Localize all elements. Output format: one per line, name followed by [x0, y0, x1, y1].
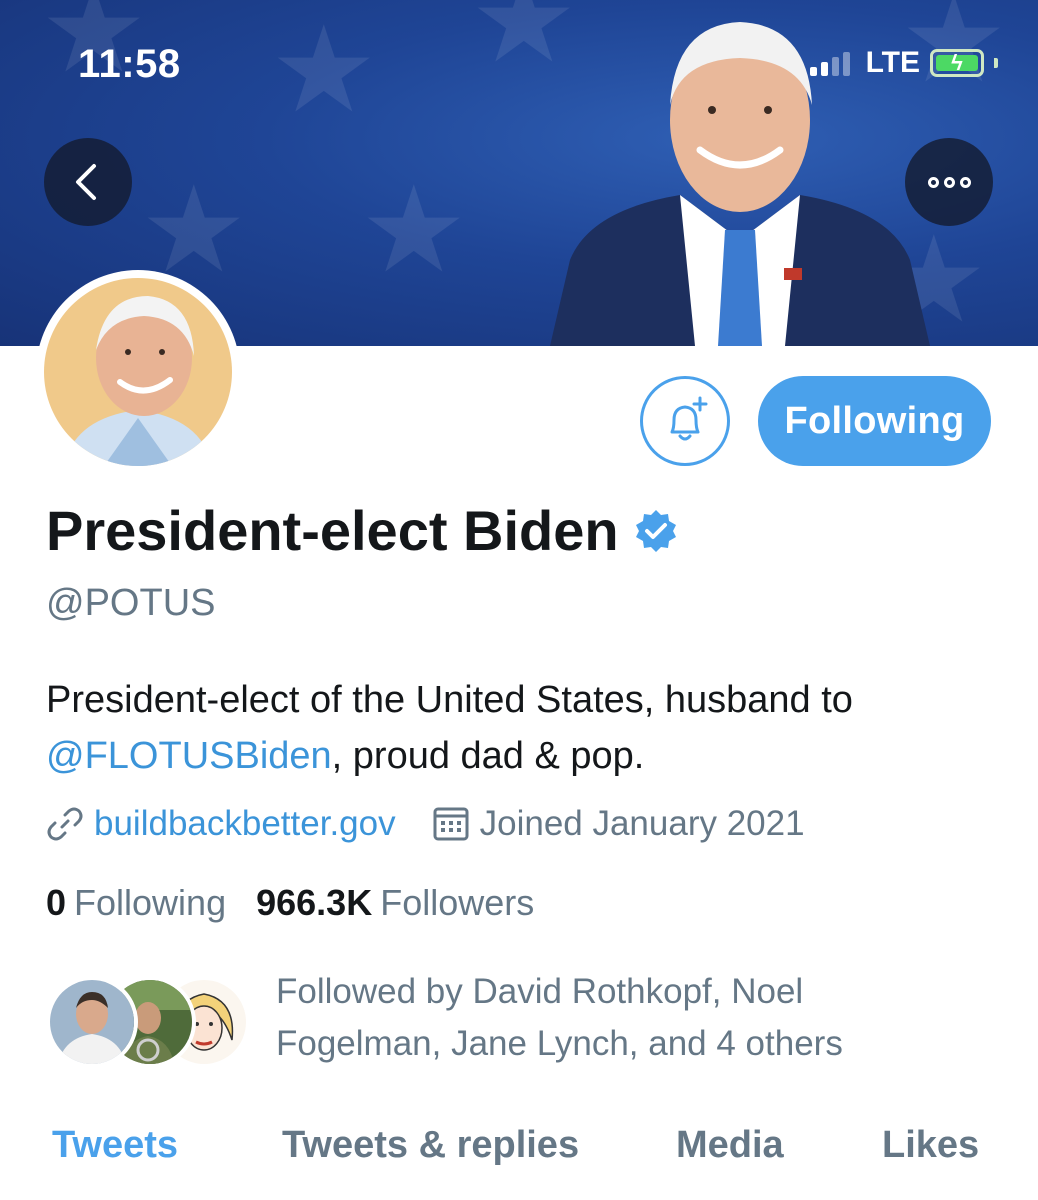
- profile-avatar[interactable]: [36, 270, 240, 474]
- chevron-left-icon: [76, 164, 96, 200]
- website-link[interactable]: buildbackbetter.gov: [94, 804, 396, 844]
- following-count: 0: [46, 882, 67, 923]
- followers-stat[interactable]: 966.3K Followers: [256, 882, 534, 924]
- signal-icon: [809, 50, 850, 76]
- battery-nub: [994, 58, 998, 68]
- avatar-image: [44, 278, 232, 466]
- followed-by-text[interactable]: Followed by David Rothkopf, Noel Fogelma…: [276, 966, 916, 1070]
- tab-tweets-and-replies[interactable]: Tweets & replies: [282, 1124, 579, 1167]
- following-stat-label: Following: [74, 882, 227, 923]
- tab-likes[interactable]: Likes: [882, 1124, 979, 1167]
- calendar-icon: [433, 807, 469, 841]
- followers-count: 966.3K: [256, 882, 373, 923]
- banner-star: ★: [360, 163, 468, 297]
- profile-bio: President-elect of the United States, hu…: [46, 672, 1006, 784]
- more-options-button[interactable]: [905, 138, 993, 226]
- battery-charging-icon: ϟ: [930, 49, 984, 77]
- avatar: [46, 976, 138, 1068]
- display-name: President-elect Biden: [46, 499, 619, 562]
- status-time: 11:58: [78, 42, 181, 86]
- tab-tweets[interactable]: Tweets: [52, 1124, 178, 1167]
- notifications-button[interactable]: [640, 376, 730, 466]
- website-item[interactable]: buildbackbetter.gov: [46, 804, 396, 844]
- profile-handle: @POTUS: [46, 582, 216, 624]
- network-label: LTE: [865, 46, 920, 79]
- tab-media[interactable]: Media: [676, 1124, 784, 1167]
- status-indicators: LTE ϟ: [809, 46, 998, 80]
- profile-name-row: President-elect Biden: [46, 498, 679, 563]
- following-button[interactable]: Following: [758, 376, 991, 466]
- back-button[interactable]: [44, 138, 132, 226]
- followed-by-line: Followed by David Rothkopf, Noel: [276, 972, 804, 1011]
- followed-by-line: Fogelman, Jane Lynch, and 4 others: [276, 1024, 843, 1063]
- bio-text: President-elect of the United States, hu…: [46, 679, 853, 721]
- followers-stat-label: Followers: [380, 882, 535, 923]
- joined-date: Joined January 2021: [479, 804, 805, 843]
- more-options-icon: [927, 176, 971, 188]
- joined-item: Joined January 2021: [432, 804, 805, 844]
- banner-star: ★: [270, 3, 378, 137]
- profile-stats: 0 Following 966.3K Followers: [46, 882, 534, 924]
- following-stat[interactable]: 0 Following: [46, 882, 226, 924]
- link-icon: [47, 807, 83, 841]
- profile-tabs: Tweets Tweets & replies Media Likes: [0, 1120, 1038, 1200]
- followed-by-avatars[interactable]: [46, 976, 250, 1068]
- bio-text-end: , proud dad & pop.: [331, 735, 645, 777]
- profile-meta: buildbackbetter.gov Joined January 2021: [46, 804, 805, 844]
- verified-badge-icon: [635, 509, 676, 552]
- bio-mention-link[interactable]: @FLOTUSBiden: [46, 735, 332, 777]
- bell-plus-icon: [670, 396, 708, 441]
